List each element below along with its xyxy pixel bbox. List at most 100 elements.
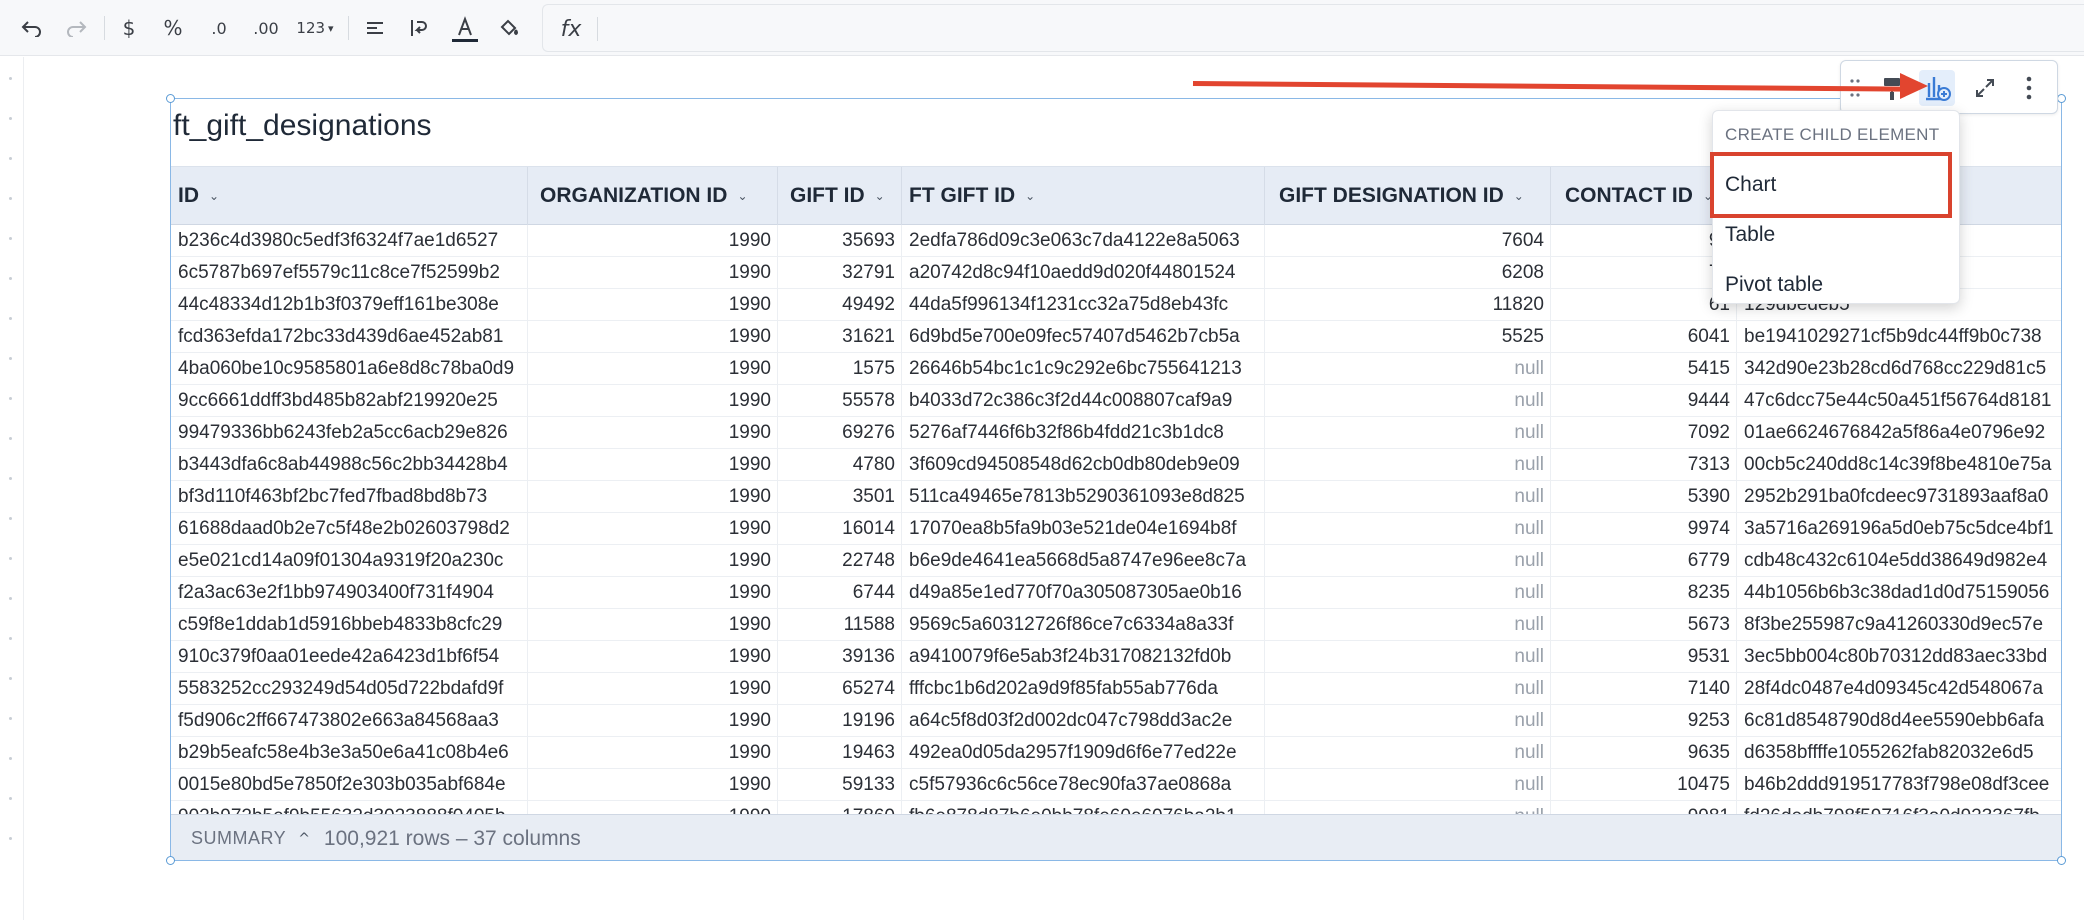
cell-ft-gift-id[interactable]: fffcbc1b6d202a9d9f85fab55ab776da	[902, 673, 1265, 704]
cell-gift-designation-id[interactable]: null	[1265, 481, 1551, 512]
cell-ft-gift-id[interactable]: d49a85e1ed770f70a305087305ae0b16	[902, 577, 1265, 608]
cell-contact-id[interactable]: 6779	[1551, 545, 1737, 576]
cell-gift-id[interactable]: 22748	[778, 545, 902, 576]
cell-next[interactable]: 3a5716a269196a5d0eb75c5dce4bf1	[1737, 513, 2061, 544]
cell-contact-id[interactable]: 6041	[1551, 321, 1737, 352]
cell-gift-id[interactable]: 32791	[778, 257, 902, 288]
cell-next[interactable]: be1941029271cf5b9dc44ff9b0c738	[1737, 321, 2061, 352]
cell-gift-designation-id[interactable]: null	[1265, 641, 1551, 672]
cell-contact-id[interactable]: 5673	[1551, 609, 1737, 640]
table-row[interactable]: b29b5eafc58e4b3e3a50e6a41c08b4e6 1990 1946…	[171, 737, 2061, 769]
cell-id[interactable]: b236c4d3980c5edf3f6324f7ae1d6527	[171, 225, 528, 256]
text-color-icon[interactable]	[446, 10, 484, 46]
increase-decimals-button[interactable]: .00	[246, 10, 286, 46]
cell-gift-id[interactable]: 4780	[778, 449, 902, 480]
align-left-icon[interactable]	[358, 10, 392, 46]
chevron-down-icon[interactable]: ⌄	[209, 189, 219, 203]
cell-organization-id[interactable]: 1990	[528, 801, 778, 814]
cell-ft-gift-id[interactable]: b6e9de4641ea5668d5a8747e96ee8c7a	[902, 545, 1265, 576]
cell-organization-id[interactable]: 1990	[528, 385, 778, 416]
cell-organization-id[interactable]: 1990	[528, 417, 778, 448]
table-row[interactable]: 5583252cc293249d54d05d722bdafd9f 1990 6527…	[171, 673, 2061, 705]
cell-ft-gift-id[interactable]: 6d9bd5e700e09fec57407d5462b7cb5a	[902, 321, 1265, 352]
cell-gift-id[interactable]: 31621	[778, 321, 902, 352]
cell-ft-gift-id[interactable]: 2edfa786d09c3e063c7da4122e8a5063	[902, 225, 1265, 256]
cell-gift-id[interactable]: 3501	[778, 481, 902, 512]
menu-item-pivot-table[interactable]: Pivot table	[1725, 273, 1823, 297]
currency-format-button[interactable]: $	[112, 10, 146, 46]
cell-next[interactable]: 44b1056b6b3c38dad1d0d75159056	[1737, 577, 2061, 608]
cell-id[interactable]: f5d906c2ff667473802e663a84568aa3	[171, 705, 528, 736]
cell-gift-id[interactable]: 59133	[778, 769, 902, 800]
cell-gift-designation-id[interactable]: null	[1265, 801, 1551, 814]
cell-next[interactable]: 3ec5bb004c80b70312dd83aec33bd	[1737, 641, 2061, 672]
cell-id[interactable]: 99479336bb6243feb2a5cc6acb29e826	[171, 417, 528, 448]
cell-contact-id[interactable]: 9531	[1551, 641, 1737, 672]
cell-gift-id[interactable]: 49492	[778, 289, 902, 320]
resize-handle-bottom-left[interactable]	[166, 856, 175, 865]
cell-id[interactable]: 902b972b5ef9b55632d3023888f0405b	[171, 801, 528, 814]
cell-gift-designation-id[interactable]: null	[1265, 673, 1551, 704]
cell-gift-id[interactable]: 1575	[778, 353, 902, 384]
table-row[interactable]: c59f8e1ddab1d5916bbeb4833b8cfc29 1990 1158…	[171, 609, 2061, 641]
cell-organization-id[interactable]: 1990	[528, 513, 778, 544]
cell-ft-gift-id[interactable]: 5276af7446f6b32f86b4fdd21c3b1dc8	[902, 417, 1265, 448]
cell-contact-id[interactable]: 9444	[1551, 385, 1737, 416]
cell-contact-id[interactable]: 9981	[1551, 801, 1737, 814]
cell-next[interactable]: 8f3be255987c9a41260330d9ec57e	[1737, 609, 2061, 640]
resize-handle-bottom-right[interactable]	[2057, 856, 2066, 865]
table-row[interactable]: 61688daad0b2e7c5f48e2b02603798d2 1990 1601…	[171, 513, 2061, 545]
cell-contact-id[interactable]: 7092	[1551, 417, 1737, 448]
cell-id[interactable]: b29b5eafc58e4b3e3a50e6a41c08b4e6	[171, 737, 528, 768]
cell-contact-id[interactable]: 10475	[1551, 769, 1737, 800]
cell-organization-id[interactable]: 1990	[528, 289, 778, 320]
cell-gift-designation-id[interactable]: null	[1265, 737, 1551, 768]
cell-ft-gift-id[interactable]: fb6e878d87b6e0bb78fe60e6076ba2b1	[902, 801, 1265, 814]
cell-gift-designation-id[interactable]: null	[1265, 417, 1551, 448]
table-row[interactable]: b3443dfa6c8ab44988c56c2bb34428b4 1990 4780…	[171, 449, 2061, 481]
cell-next[interactable]: cdb48c432c6104e5dd38649d982e4	[1737, 545, 2061, 576]
cell-id[interactable]: 9cc6661ddff3bd485b82abf219920e25	[171, 385, 528, 416]
cell-id[interactable]: 910c379f0aa01eede42a6423d1bf6f54	[171, 641, 528, 672]
cell-organization-id[interactable]: 1990	[528, 545, 778, 576]
resize-handle-top-left[interactable]	[166, 94, 175, 103]
table-row[interactable]: e5e021cd14a09f01304a9319f20a230c 1990 2274…	[171, 545, 2061, 577]
cell-contact-id[interactable]: 9253	[1551, 705, 1737, 736]
cell-id[interactable]: 4ba060be10c9585801a6e8d8c78ba0d9	[171, 353, 528, 384]
cell-gift-id[interactable]: 16014	[778, 513, 902, 544]
text-wrap-icon[interactable]	[402, 10, 436, 46]
table-row[interactable]: 910c379f0aa01eede42a6423d1bf6f54 1990 3913…	[171, 641, 2061, 673]
cell-next[interactable]: 2952b291ba0fcdeec9731893aaf8a0	[1737, 481, 2061, 512]
cell-gift-designation-id[interactable]: null	[1265, 705, 1551, 736]
table-row[interactable]: 0015e80bd5e7850f2e303b035abf684e 1990 5913…	[171, 769, 2061, 801]
cell-ft-gift-id[interactable]: 492ea0d05da2957f1909d6f6e77ed22e	[902, 737, 1265, 768]
cell-id[interactable]: c59f8e1ddab1d5916bbeb4833b8cfc29	[171, 609, 528, 640]
expand-icon[interactable]	[1967, 70, 2003, 106]
cell-gift-designation-id[interactable]: null	[1265, 609, 1551, 640]
chevron-down-icon[interactable]: ⌄	[1025, 189, 1035, 203]
cell-gift-id[interactable]: 39136	[778, 641, 902, 672]
cell-ft-gift-id[interactable]: 511ca49465e7813b5290361093e8d825	[902, 481, 1265, 512]
cell-ft-gift-id[interactable]: 17070ea8b5fa9b03e521de04e1694b8f	[902, 513, 1265, 544]
cell-contact-id[interactable]: 9635	[1551, 737, 1737, 768]
cell-contact-id[interactable]: 7313	[1551, 449, 1737, 480]
more-options-icon[interactable]	[2011, 70, 2047, 106]
cell-ft-gift-id[interactable]: a9410079f6e5ab3f24b317082132fd0b	[902, 641, 1265, 672]
cell-gift-designation-id[interactable]: null	[1265, 385, 1551, 416]
cell-contact-id[interactable]: 5415	[1551, 353, 1737, 384]
cell-contact-id[interactable]: 9974	[1551, 513, 1737, 544]
cell-id[interactable]: 5583252cc293249d54d05d722bdafd9f	[171, 673, 528, 704]
cell-ft-gift-id[interactable]: 3f609cd94508548d62cb0db80deb9e09	[902, 449, 1265, 480]
cell-organization-id[interactable]: 1990	[528, 609, 778, 640]
cell-gift-id[interactable]: 6744	[778, 577, 902, 608]
cell-organization-id[interactable]: 1990	[528, 673, 778, 704]
cell-contact-id[interactable]: 75	[1551, 257, 1737, 288]
chevron-down-icon[interactable]: ⌄	[1514, 189, 1524, 203]
cell-gift-id[interactable]: 19463	[778, 737, 902, 768]
cell-contact-id[interactable]: 7140	[1551, 673, 1737, 704]
cell-next[interactable]: 342d90e23b28cd6d768cc229d81c5	[1737, 353, 2061, 384]
cell-next[interactable]: 28f4dc0487e4d09345c42d548067a	[1737, 673, 2061, 704]
cell-organization-id[interactable]: 1990	[528, 257, 778, 288]
cell-gift-designation-id[interactable]: 5525	[1265, 321, 1551, 352]
table-row[interactable]: 9cc6661ddff3bd485b82abf219920e25 1990 5557…	[171, 385, 2061, 417]
